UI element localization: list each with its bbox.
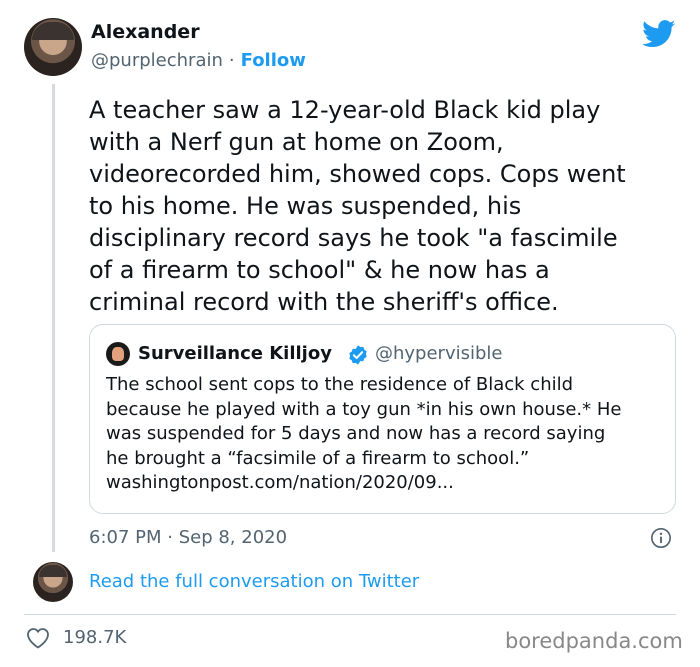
like-count: 198.7K	[63, 627, 127, 648]
tweet-text: A teacher saw a 12-year-old Black kid pl…	[89, 96, 626, 316]
quoted-tweet[interactable]: Surveillance Killjoy @hypervisible The s…	[89, 324, 676, 514]
quoted-tweet-text: The school sent cops to the residence of…	[106, 374, 622, 493]
source-watermark: boredpanda.com	[505, 629, 683, 653]
footer-divider	[24, 614, 676, 615]
follow-button[interactable]: Follow	[241, 50, 306, 71]
quoted-author-name[interactable]: Surveillance Killjoy	[138, 343, 332, 364]
separator-dot: ·	[228, 50, 235, 71]
read-conversation-link[interactable]: Read the full conversation on Twitter	[89, 571, 419, 592]
tweet-timestamp[interactable]: 6:07 PM · Sep 8, 2020	[89, 527, 287, 548]
author-name[interactable]: Alexander	[91, 21, 200, 43]
tweet-card: Alexander @purplechrain · Follow A teacher…	[0, 0, 700, 667]
quoted-avatar[interactable]	[106, 342, 130, 366]
quoted-author-handle[interactable]: @hypervisible	[375, 343, 503, 364]
reply-avatar[interactable]	[33, 562, 73, 602]
author-avatar[interactable]	[24, 18, 82, 76]
verified-icon	[349, 345, 367, 365]
twitter-bird-icon[interactable]	[642, 20, 676, 48]
thread-line	[52, 84, 55, 552]
heart-icon[interactable]	[26, 627, 50, 649]
author-handle[interactable]: @purplechrain	[91, 50, 223, 71]
info-icon[interactable]	[650, 527, 672, 549]
author-handle-row: @purplechrain · Follow	[91, 50, 306, 71]
